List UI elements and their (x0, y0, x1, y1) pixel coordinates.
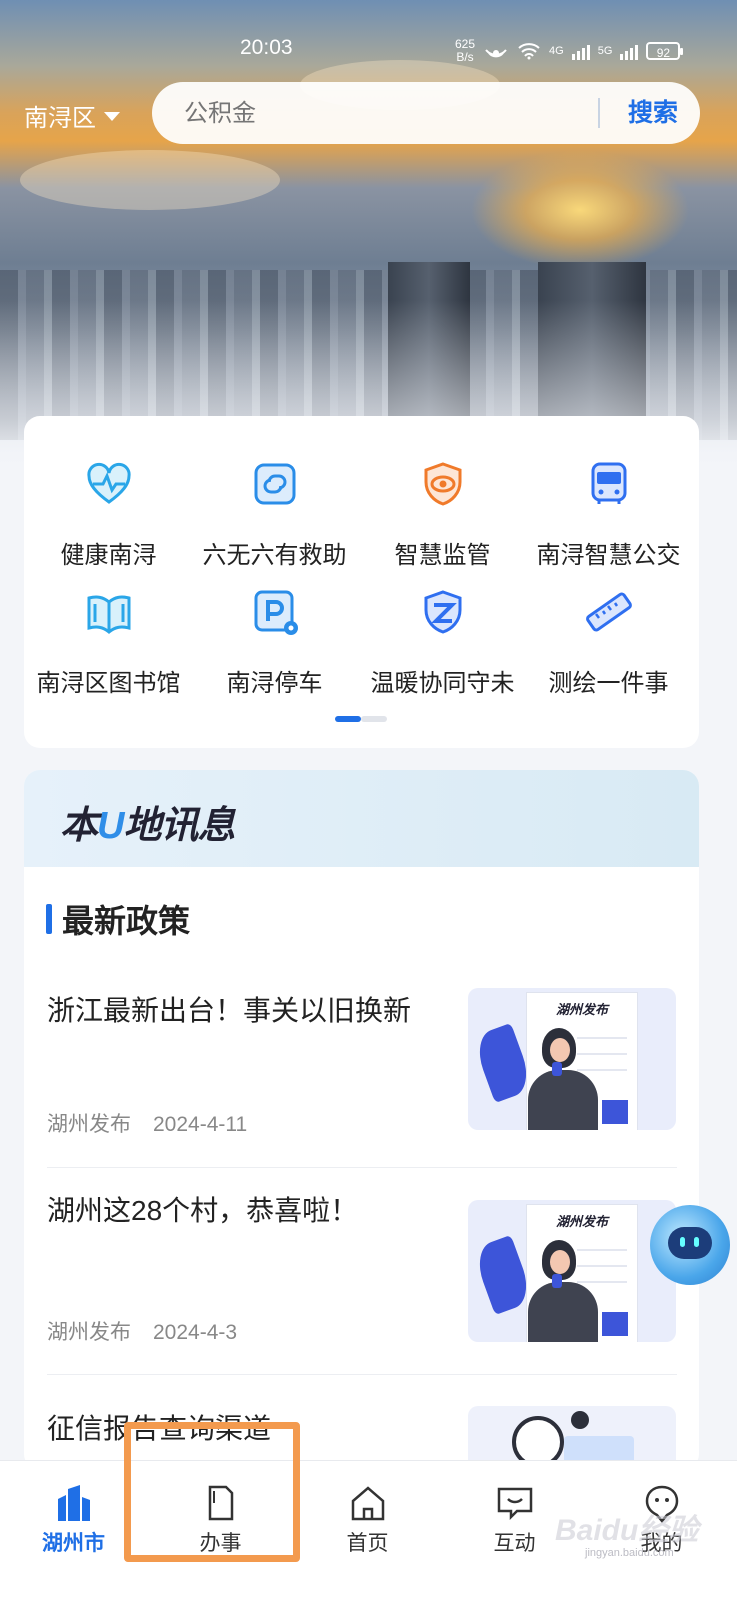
home-icon (351, 1486, 384, 1521)
watermark-url: jingyan.baidu.com (585, 1547, 674, 1559)
page-dot-active (335, 716, 361, 722)
search-button[interactable]: 搜索 (628, 82, 678, 144)
microphone-icon (552, 1062, 562, 1076)
service-label: 温暖协同守未 (370, 670, 515, 697)
service-health[interactable]: 健康南浔 (24, 460, 193, 570)
news-banner: 本U地讯息 (24, 770, 699, 867)
link-icon (254, 463, 295, 505)
news-item[interactable]: 浙江最新出台！事关以旧换新 湖州发布 2024-4-11 湖州发布 (47, 988, 677, 1136)
search-input[interactable] (182, 82, 586, 146)
book-icon (87, 595, 130, 634)
news-thumbnail: 湖州发布 (468, 1200, 676, 1342)
services-grid: 健康南浔 六无六有救助 智慧监管 南浔智慧公交 南浔区图书馆 南浔停车 温暖协同… (24, 416, 699, 748)
service-survey[interactable]: 测绘一件事 (524, 588, 693, 698)
hotspot-icon (485, 49, 507, 58)
ruler-icon (585, 592, 632, 632)
section-marker (46, 904, 52, 934)
service-label: 南浔智慧公交 (536, 542, 681, 569)
news-source: 湖州发布 (47, 1113, 131, 1136)
signal-icon (571, 42, 590, 60)
news-meta: 湖州发布 2024-4-3 (47, 1316, 237, 1346)
tab-home[interactable]: 首页 (294, 1461, 441, 1601)
city-icon (57, 1485, 90, 1521)
network-type-2: 5G (597, 45, 613, 57)
divider (47, 1374, 677, 1375)
region-label: 南浔区 (24, 105, 96, 132)
chat-icon (497, 1487, 532, 1521)
clock: 20:03 (240, 36, 293, 59)
shield-z-icon (424, 590, 461, 634)
service-label: 健康南浔 (60, 542, 157, 569)
assistant-robot-button[interactable] (650, 1205, 730, 1285)
divider (47, 1167, 677, 1168)
section-heading: 最新政策 (46, 896, 190, 942)
parking-icon (254, 590, 298, 635)
watermark: Baidu经验 (555, 1514, 699, 1547)
wifi-icon (518, 43, 540, 60)
news-date: 2024-4-11 (153, 1113, 248, 1136)
picture-icon (602, 1312, 628, 1336)
news-date: 2024-4-3 (153, 1321, 238, 1344)
service-relief[interactable]: 六无六有救助 (190, 460, 359, 570)
cloud (20, 150, 280, 210)
service-label: 智慧监管 (394, 542, 491, 569)
service-label: 六无六有救助 (202, 542, 347, 569)
header-banner (0, 0, 737, 470)
picture-icon (602, 1100, 628, 1124)
microphone-icon (552, 1274, 562, 1288)
service-guard[interactable]: 温暖协同守未 (358, 588, 527, 698)
news-source: 湖州发布 (47, 1321, 131, 1344)
heart-pulse-icon (86, 462, 131, 504)
region-selector[interactable]: 南浔区 (24, 98, 120, 133)
search-bar[interactable]: 搜索 (152, 82, 700, 146)
page-dot (361, 716, 387, 722)
service-bus[interactable]: 南浔智慧公交 (524, 460, 693, 570)
robot-icon (668, 1227, 712, 1259)
annotation-highlight-box (124, 1422, 300, 1562)
news-banner-title: 本U地讯息 (60, 805, 235, 847)
service-label: 南浔停车 (226, 670, 323, 697)
news-thumbnail: 湖州发布 (468, 988, 676, 1130)
caret-down-icon (104, 112, 120, 121)
local-news-card: 本U地讯息 最新政策 浙江最新出台！事关以旧换新 湖州发布 2024-4-11 湖… (24, 770, 699, 1470)
bus-icon (591, 462, 626, 504)
service-library[interactable]: 南浔区图书馆 (24, 588, 193, 698)
network-speed: 625 B/s (455, 37, 476, 64)
news-item[interactable]: 湖州这28个村，恭喜啦！ 湖州发布 2024-4-3 湖州发布 (47, 1195, 677, 1344)
section-title: 最新政策 (62, 903, 191, 939)
service-parking[interactable]: 南浔停车 (190, 588, 359, 698)
news-meta: 湖州发布 2024-4-11 (47, 1108, 247, 1138)
status-bar: 20:03 625 B/s 4G 5G 92 (0, 34, 737, 64)
sun-glow (470, 150, 690, 270)
service-label: 南浔区图书馆 (36, 670, 181, 697)
service-label: 测绘一件事 (548, 670, 669, 697)
news-headline: 浙江最新出台！事关以旧换新 (47, 995, 412, 1026)
news-headline: 湖州这28个村，恭喜啦！ (47, 1195, 359, 1226)
service-supervision[interactable]: 智慧监管 (358, 460, 527, 570)
signal-icon (620, 42, 639, 60)
network-type-1: 4G (549, 45, 564, 57)
page-indicator (335, 716, 387, 722)
battery-icon: 92 (646, 42, 684, 60)
search-divider (598, 98, 600, 128)
eye-shield-icon (424, 462, 461, 506)
